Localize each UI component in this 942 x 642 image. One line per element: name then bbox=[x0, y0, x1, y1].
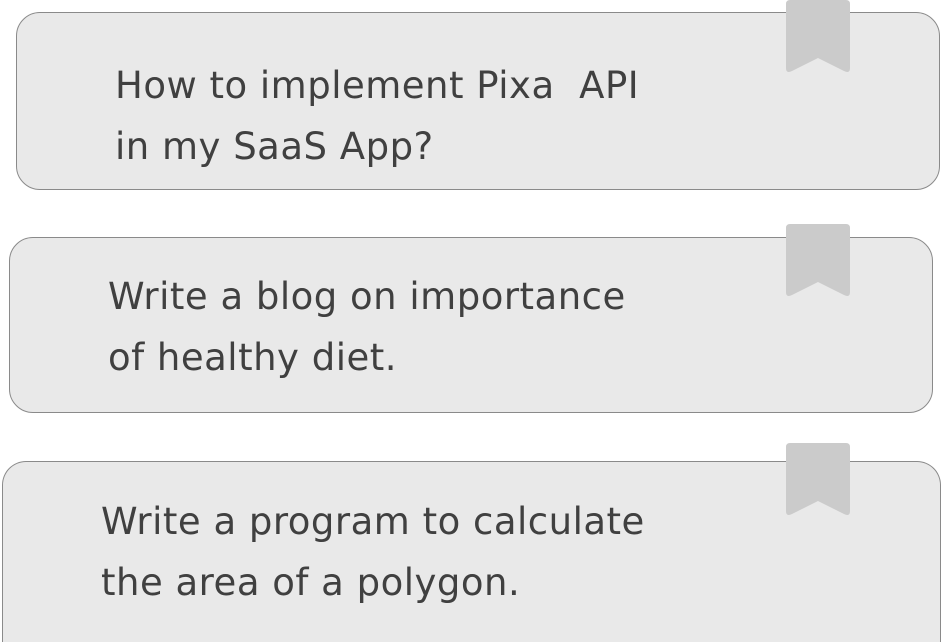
bookmark-icon[interactable] bbox=[786, 224, 850, 298]
prompt-text: Write a blog on importance of healthy di… bbox=[108, 275, 626, 379]
prompt-text: Write a program to calculate the area of… bbox=[101, 500, 645, 604]
prompt-text: How to implement Pixa API in my SaaS App… bbox=[115, 64, 640, 168]
bookmark-icon[interactable] bbox=[786, 0, 850, 74]
bookmark-icon[interactable] bbox=[786, 443, 850, 517]
